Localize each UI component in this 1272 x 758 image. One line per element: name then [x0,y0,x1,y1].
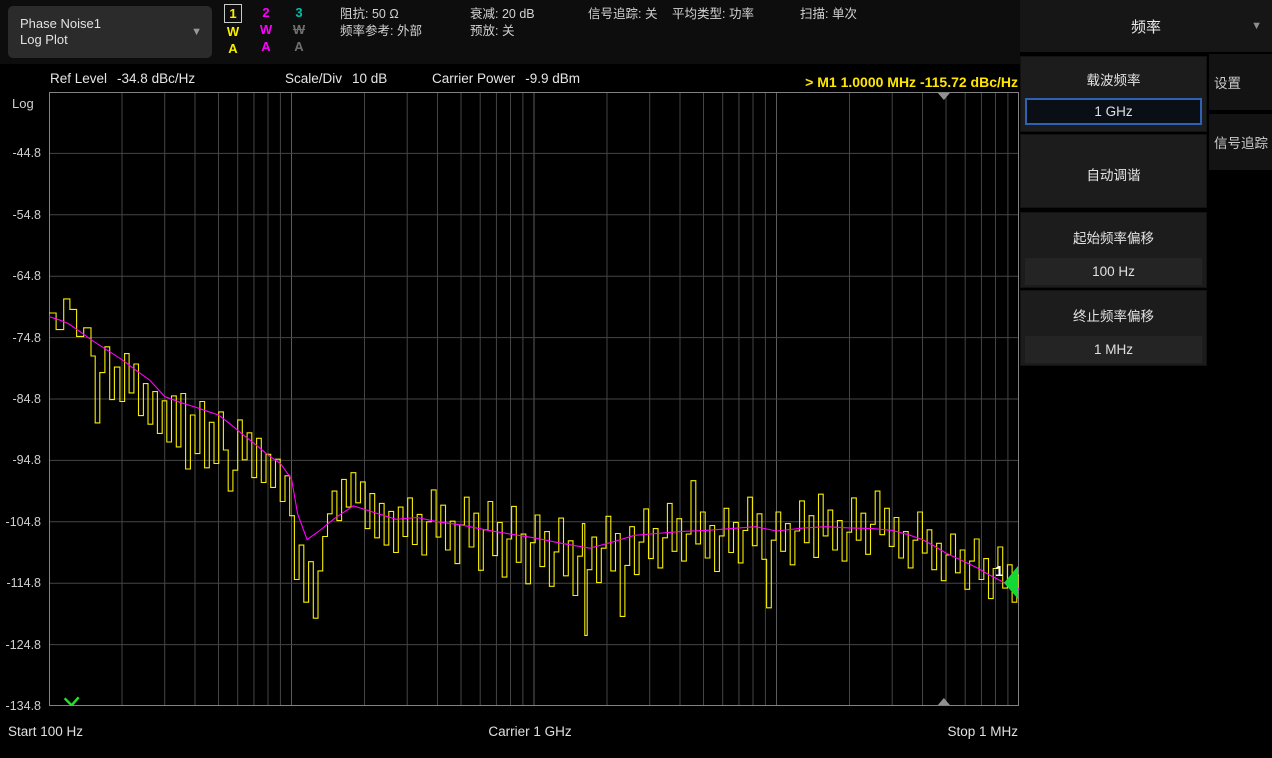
trace-1-average-mode: A [224,40,242,57]
trace-3-number: 3 [290,4,308,21]
start-offset-value[interactable]: 100 Hz [1025,258,1202,285]
chevron-down-icon: ▼ [1251,20,1262,32]
y-axis-tick-label: -114.8 [0,575,41,591]
stop-offset-value[interactable]: 1 MHz [1025,336,1202,363]
sweep-mode-annotation: 扫描: 单次 [800,6,857,23]
trace-3-indicator[interactable]: 3 W A [290,4,308,55]
measurement-view: Log Plot [20,32,191,48]
panel-tabs: 设置 信号追踪 [1209,54,1272,758]
auto-tune-label: 自动调谐 [1021,164,1206,184]
average-type-annotation: 平均类型: 功率 [672,6,754,23]
x-axis-stop-label: Stop 1 MHz [947,724,1018,739]
signal-track-annotation: 信号追踪: 关 [588,6,657,23]
tab-settings[interactable]: 设置 [1209,54,1272,112]
sweep-indicator-top-icon [938,93,950,100]
carrier-frequency-value[interactable]: 1 GHz [1025,98,1202,125]
top-bar: Phase Noise1 Log Plot ▼ 1 W A 2 W A 3 W … [0,0,1020,64]
y-axis-tick-label: -94.8 [0,452,41,468]
trace-2-average-mode: A [257,38,275,55]
trace-3-write-mode: W [290,21,308,38]
scale-per-div-readout: Scale/Div10 dB [285,71,387,91]
y-axis-tick-labels: -44.8 -54.8 -64.8 -74.8 -84.8 -94.8 -104.8 -114… [0,64,44,758]
chart-region: Ref Level-34.8 dBc/Hz Scale/Div10 dB Car… [0,64,1020,758]
auto-tune-button[interactable]: 自动调谐 [1020,134,1207,208]
sweep-indicator-bottom-icon [938,698,950,705]
y-axis-tick-label: -104.8 [0,514,41,530]
marker-1-number-label: 1 [995,563,1003,580]
phase-noise-analyzer-app: Phase Noise1 Log Plot ▼ 1 W A 2 W A 3 W … [0,0,1272,758]
y-axis-tick-label: -54.8 [0,207,41,223]
x-axis-start-label: Start 100 Hz [8,724,83,739]
trace-2-write-mode: W [257,21,275,38]
y-axis-tick-label: -64.8 [0,268,41,284]
frequency-panel: 载波频率 1 GHz 自动调谐 起始频率偏移 100 Hz 终止频率偏移 1 M… [1020,54,1207,758]
measurement-name: Phase Noise1 [20,16,191,32]
carrier-frequency-block[interactable]: 载波频率 1 GHz [1020,56,1207,132]
trace-1-number: 1 [224,4,242,23]
status-annotations: 阻抗: 50 Ω频率参考: 外部 衰减: 20 dB预放: 关 信号追踪: 关 … [338,6,1020,60]
attenuation-preamp-annotation: 衰减: 20 dB预放: 关 [470,6,535,40]
trace-2-number: 2 [257,4,275,21]
plot-area[interactable]: 1 [49,92,1019,706]
y-axis-tick-label: -44.8 [0,145,41,161]
trace-1-indicator[interactable]: 1 W A [224,4,242,57]
stop-offset-block[interactable]: 终止频率偏移 1 MHz [1020,290,1207,366]
impedance-freq-ref-annotation: 阻抗: 50 Ω频率参考: 外部 [340,6,422,40]
y-axis-tick-label: -84.8 [0,391,41,407]
stop-offset-label: 终止频率偏移 [1021,305,1206,325]
trace-2-indicator[interactable]: 2 W A [257,4,275,55]
start-offset-label: 起始频率偏移 [1021,227,1206,247]
y-axis-tick-label: -134.8 [0,698,41,714]
marker-readout: > M1 1.0000 MHz -115.72 dBc/Hz [805,74,1018,90]
panel-menu-header[interactable]: 频率 ▼ [1020,0,1272,54]
carrier-power-readout: Carrier Power-9.9 dBm [432,71,580,91]
ref-level-readout: Ref Level-34.8 dBc/Hz [50,71,195,91]
measurement-selector[interactable]: Phase Noise1 Log Plot ▼ [8,6,212,58]
x-axis-carrier-label: Carrier 1 GHz [430,724,630,739]
y-axis-tick-label: -124.8 [0,637,41,653]
panel-title: 频率 [1131,16,1161,37]
trace-1-write-mode: W [224,23,242,40]
carrier-frequency-label: 载波频率 [1021,69,1206,89]
start-offset-block[interactable]: 起始频率偏移 100 Hz [1020,212,1207,288]
y-axis-tick-label: -74.8 [0,330,41,346]
marker-1-flag-icon[interactable] [1004,566,1018,599]
trace-3-average-mode: A [290,38,308,55]
tab-signal-track[interactable]: 信号追踪 [1209,114,1272,172]
trace-start-check-icon [65,697,79,705]
chevron-down-icon: ▼ [191,26,202,38]
trace-indicators: 1 W A 2 W A 3 W A [224,4,324,62]
